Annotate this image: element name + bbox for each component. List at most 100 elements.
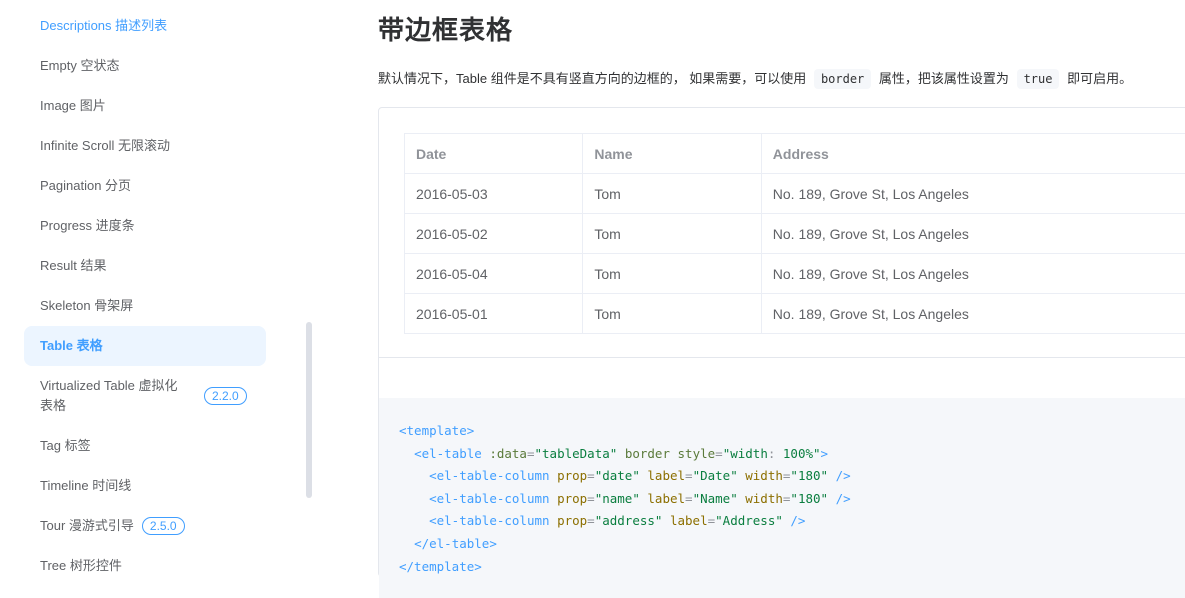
code-tag: <el-table — [414, 446, 482, 461]
sidebar-item-label: Tree 树形控件 — [40, 556, 122, 576]
code-attr: prop — [557, 468, 587, 483]
table-cell-address: No. 189, Grove St, Los Angeles — [761, 294, 1185, 334]
desc-text: 属性，把该属性设置为 — [879, 71, 1009, 86]
code-line: <el-table-column prop="name" label="Name… — [399, 488, 1177, 511]
sidebar-item-virtualized-table[interactable]: Virtualized Table 虚拟化表格 2.2.0 — [24, 366, 266, 426]
code-string: "Name" — [693, 491, 738, 506]
sidebar-item-label: Infinite Scroll 无限滚动 — [40, 136, 170, 156]
table-row[interactable]: 2016-05-01 Tom No. 189, Grove St, Los An… — [405, 294, 1185, 334]
code-attr: width — [745, 491, 783, 506]
main-content: 带边框表格 默认情况下，Table 组件是不具有竖直方向的边框的， 如果需要，可… — [378, 0, 1185, 569]
sidebar-item-tag[interactable]: Tag 标签 — [24, 426, 266, 466]
bordered-table: Date Name Address 2016-05-03 Tom No. 189… — [404, 133, 1185, 334]
code-tag: <el-table-column — [429, 513, 549, 528]
sidebar-item-label: Pagination 分页 — [40, 176, 131, 196]
sidebar-item-result[interactable]: Result 结果 — [24, 246, 266, 286]
table-cell-date: 2016-05-02 — [405, 214, 583, 254]
column-header-date[interactable]: Date — [405, 134, 583, 174]
table-cell-address: No. 189, Grove St, Los Angeles — [761, 214, 1185, 254]
code-line: </el-table> — [399, 533, 1177, 556]
code-line: <template> — [399, 420, 1177, 443]
sidebar-item-label: Descriptions 描述列表 — [40, 16, 167, 36]
inline-code-border: border — [814, 69, 871, 89]
code-string: "180" — [790, 491, 828, 506]
inline-code-true: true — [1017, 69, 1060, 89]
table-row[interactable]: 2016-05-03 Tom No. 189, Grove St, Los An… — [405, 174, 1185, 214]
code-string: "Date" — [693, 468, 738, 483]
code-attr: width — [745, 468, 783, 483]
sidebar-nav: Descriptions 描述列表 Empty 空状态 Image 图片 Inf… — [24, 6, 266, 586]
code-line: </template> — [399, 556, 1177, 579]
table-row[interactable]: 2016-05-04 Tom No. 189, Grove St, Los An… — [405, 254, 1185, 294]
code-tag: /> — [836, 491, 851, 506]
code-line: <el-table-column prop="date" label="Date… — [399, 465, 1177, 488]
code-string: "address" — [595, 513, 663, 528]
code-attr: label — [647, 468, 685, 483]
code-tag: > — [821, 446, 829, 461]
sidebar-item-infinite-scroll[interactable]: Infinite Scroll 无限滚动 — [24, 126, 266, 166]
code-string: "name" — [595, 491, 640, 506]
sidebar-item-descriptions[interactable]: Descriptions 描述列表 — [24, 6, 266, 46]
sidebar-item-tour[interactable]: Tour 漫游式引导 2.5.0 — [24, 506, 266, 546]
table-row[interactable]: 2016-05-02 Tom No. 189, Grove St, Los An… — [405, 214, 1185, 254]
code-line: <el-table-column prop="address" label="A… — [399, 510, 1177, 533]
sidebar-item-label: Timeline 时间线 — [40, 476, 131, 496]
sidebar-item-label: Empty 空状态 — [40, 56, 119, 76]
code-string: "tableData" — [535, 446, 618, 461]
sidebar-scrollbar[interactable] — [306, 322, 312, 498]
sidebar-item-timeline[interactable]: Timeline 时间线 — [24, 466, 266, 506]
table-cell-date: 2016-05-03 — [405, 174, 583, 214]
sidebar-item-empty[interactable]: Empty 空状态 — [24, 46, 266, 86]
table-cell-date: 2016-05-01 — [405, 294, 583, 334]
code-tag: <el-table-column — [429, 468, 549, 483]
code-attr: border — [625, 446, 670, 461]
desc-text: 即可启用。 — [1067, 71, 1132, 86]
sidebar: Descriptions 描述列表 Empty 空状态 Image 图片 Inf… — [0, 0, 320, 569]
sidebar-item-label: Progress 进度条 — [40, 216, 135, 236]
page-title: 带边框表格 — [378, 10, 513, 47]
code-block: <template> <el-table :data="tableData" b… — [379, 398, 1185, 598]
sidebar-item-label: Skeleton 骨架屏 — [40, 296, 133, 316]
column-header-name[interactable]: Name — [583, 134, 761, 174]
desc-text: 默认情况下，Table 组件是不具有竖直方向的边框的， 如果需要，可以使用 — [378, 71, 806, 86]
code-attr: label — [670, 513, 708, 528]
column-header-address[interactable]: Address — [761, 134, 1185, 174]
version-badge: 2.2.0 — [204, 387, 247, 405]
sidebar-item-progress[interactable]: Progress 进度条 — [24, 206, 266, 246]
sidebar-item-table[interactable]: Table 表格 — [24, 326, 266, 366]
sidebar-item-label: Tour 漫游式引导 — [40, 516, 134, 536]
demo-divider — [379, 357, 1185, 358]
sidebar-item-image[interactable]: Image 图片 — [24, 86, 266, 126]
section-description: 默认情况下，Table 组件是不具有竖直方向的边框的， 如果需要，可以使用 bo… — [378, 68, 1132, 90]
code-string: "Address" — [715, 513, 783, 528]
sidebar-item-skeleton[interactable]: Skeleton 骨架屏 — [24, 286, 266, 326]
sidebar-item-pagination[interactable]: Pagination 分页 — [24, 166, 266, 206]
code-attr: :data — [489, 446, 527, 461]
sidebar-item-label: Image 图片 — [40, 96, 106, 116]
table-cell-name: Tom — [583, 254, 761, 294]
table-cell-name: Tom — [583, 174, 761, 214]
sidebar-item-label: Tag 标签 — [40, 436, 91, 456]
code-attr: prop — [557, 513, 587, 528]
table-cell-date: 2016-05-04 — [405, 254, 583, 294]
code-attr: label — [647, 491, 685, 506]
code-attr: prop — [557, 491, 587, 506]
code-punct: : — [768, 446, 783, 461]
table-cell-name: Tom — [583, 214, 761, 254]
code-tag: </el-table> — [414, 536, 497, 551]
sidebar-item-tree[interactable]: Tree 树形控件 — [24, 546, 266, 586]
table-cell-name: Tom — [583, 294, 761, 334]
code-line: <el-table :data="tableData" border style… — [399, 443, 1177, 466]
version-badge: 2.5.0 — [142, 517, 185, 535]
code-tag: /> — [790, 513, 805, 528]
sidebar-item-label: Virtualized Table 虚拟化表格 — [40, 376, 190, 416]
code-tag: <template> — [399, 423, 474, 438]
code-string: "width — [723, 446, 768, 461]
code-number: 100% — [783, 446, 813, 461]
code-attr: style — [678, 446, 716, 461]
code-tag: /> — [836, 468, 851, 483]
code-string: "date" — [595, 468, 640, 483]
code-string: " — [813, 446, 821, 461]
demo-table-wrap: Date Name Address 2016-05-03 Tom No. 189… — [404, 133, 1185, 334]
demo-block: Date Name Address 2016-05-03 Tom No. 189… — [378, 107, 1185, 577]
